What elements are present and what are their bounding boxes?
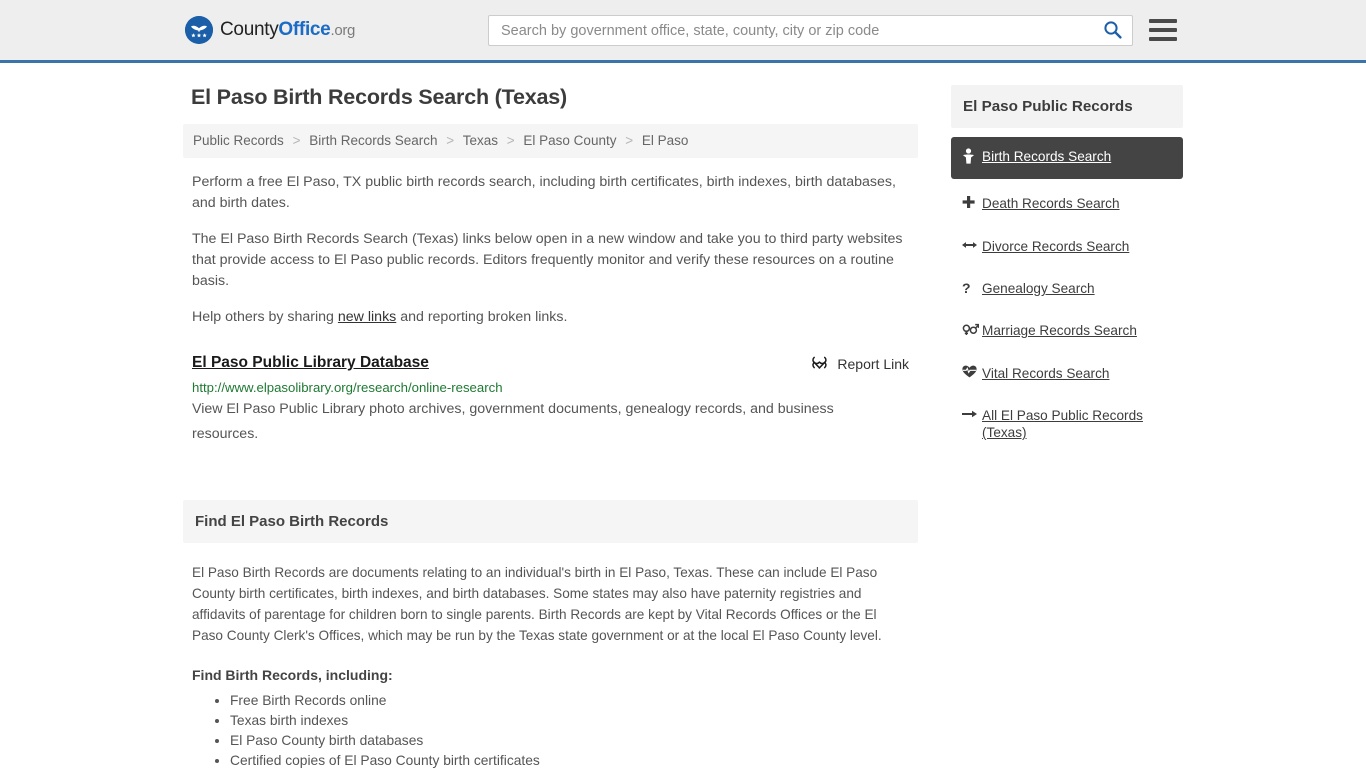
- report-link-label: Report Link: [837, 356, 909, 372]
- sidebar-item-all-public-records[interactable]: All El Paso Public Records (Texas): [951, 398, 1183, 450]
- broken-link-icon: [811, 355, 828, 373]
- section-paragraph: El Paso Birth Records are documents rela…: [192, 565, 882, 643]
- sidebar-item-birth-records-search[interactable]: Birth Records Search: [951, 137, 1183, 179]
- breadcrumb: Public Records > Birth Records Search > …: [183, 124, 918, 158]
- sidebar-list: Birth Records Search Death Records Searc…: [951, 137, 1183, 450]
- result-description: View El Paso Public Library photo archiv…: [192, 401, 834, 442]
- result-item: El Paso Public Library Database Report L…: [183, 354, 918, 447]
- breadcrumb-separator: >: [292, 133, 301, 148]
- section-heading: Find El Paso Birth Records: [183, 500, 918, 543]
- breadcrumb-item-el-paso-county[interactable]: El Paso County: [523, 133, 616, 148]
- baby-icon: [962, 148, 982, 168]
- logo-text-office: Office: [278, 19, 331, 40]
- main-column: El Paso Birth Records Search (Texas) Pub…: [183, 85, 918, 768]
- logo-text-org: .org: [330, 22, 356, 39]
- sidebar-item-label: Marriage Records Search: [982, 323, 1137, 338]
- intro-paragraph-1: Perform a free El Paso, TX public birth …: [192, 174, 896, 211]
- breadcrumb-item-public-records[interactable]: Public Records: [193, 133, 284, 148]
- result-url: http://www.elpasolibrary.org/research/on…: [192, 380, 503, 395]
- site-logo[interactable]: CountyOffice.org: [185, 16, 355, 44]
- breadcrumb-item-el-paso[interactable]: El Paso: [642, 133, 689, 148]
- sidebar-item-vital-records-search[interactable]: Vital Records Search: [951, 356, 1183, 391]
- list-item: El Paso County birth databases: [230, 731, 909, 751]
- eagle-stars-emblem-icon: [185, 16, 213, 44]
- sidebar-item-label: Vital Records Search: [982, 366, 1110, 381]
- logo-wordmark: CountyOffice.org: [220, 19, 355, 41]
- sidebar-item-genealogy-search[interactable]: ? Genealogy Search: [951, 271, 1183, 306]
- site-header: CountyOffice.org: [0, 0, 1366, 63]
- hamburger-bar: [1149, 28, 1177, 32]
- sidebar-item-label: Death Records Search: [982, 196, 1120, 211]
- search-input[interactable]: [499, 17, 1097, 44]
- intro-paragraph-2: The El Paso Birth Records Search (Texas)…: [192, 231, 903, 289]
- section-body: El Paso Birth Records are documents rela…: [183, 562, 918, 768]
- list-item: Free Birth Records online: [230, 691, 909, 711]
- search-area: [488, 15, 1133, 46]
- breadcrumb-separator: >: [506, 133, 515, 148]
- breadcrumb-item-texas[interactable]: Texas: [463, 133, 498, 148]
- sidebar: El Paso Public Records Birth Records Sea…: [951, 85, 1183, 450]
- search-box[interactable]: [488, 15, 1133, 46]
- sidebar-heading: El Paso Public Records: [951, 85, 1183, 128]
- list-item: Texas birth indexes: [230, 711, 909, 731]
- sidebar-item-label: Birth Records Search: [982, 149, 1112, 164]
- search-button[interactable]: [1097, 20, 1124, 42]
- page-title: El Paso Birth Records Search (Texas): [191, 85, 567, 109]
- sidebar-item-death-records-search[interactable]: Death Records Search: [951, 186, 1183, 222]
- breadcrumb-separator: >: [625, 133, 634, 148]
- help-share-line: Help others by sharing new links and rep…: [183, 307, 918, 328]
- heartbeat-icon: [962, 365, 982, 382]
- sidebar-item-label: All El Paso Public Records (Texas): [982, 408, 1143, 440]
- sidebar-item-label: Genealogy Search: [982, 281, 1095, 296]
- sidebar-item-label: Divorce Records Search: [982, 239, 1130, 254]
- hamburger-bar: [1149, 37, 1177, 41]
- venus-mars-icon: [962, 322, 982, 340]
- hamburger-bar: [1149, 19, 1177, 23]
- help-share-before: Help others by sharing: [192, 309, 338, 325]
- breadcrumb-separator: >: [446, 133, 455, 148]
- intro-text: Perform a free El Paso, TX public birth …: [183, 172, 918, 328]
- breadcrumb-item-birth-records-search[interactable]: Birth Records Search: [309, 133, 437, 148]
- cross-plus-icon: [962, 195, 982, 213]
- list-item: Certified copies of El Paso County birth…: [230, 751, 909, 768]
- result-title-link[interactable]: El Paso Public Library Database: [192, 354, 429, 372]
- help-share-after: and reporting broken links.: [396, 309, 568, 325]
- sidebar-item-marriage-records-search[interactable]: Marriage Records Search: [951, 313, 1183, 349]
- left-right-arrow-icon: [962, 238, 982, 255]
- report-link-button[interactable]: Report Link: [811, 355, 909, 373]
- logo-text-county: County: [220, 19, 279, 40]
- birth-records-list: Free Birth Records online Texas birth in…: [192, 691, 909, 768]
- question-mark-icon: ?: [962, 280, 971, 296]
- sidebar-item-divorce-records-search[interactable]: Divorce Records Search: [951, 229, 1183, 264]
- arrow-right-icon: [962, 407, 982, 424]
- hamburger-menu-icon[interactable]: [1149, 17, 1177, 43]
- section-subheading: Find Birth Records, including:: [192, 667, 393, 683]
- search-icon: [1103, 20, 1122, 42]
- page-container: El Paso Birth Records Search (Texas) Pub…: [183, 63, 1183, 768]
- new-links-link[interactable]: new links: [338, 309, 396, 325]
